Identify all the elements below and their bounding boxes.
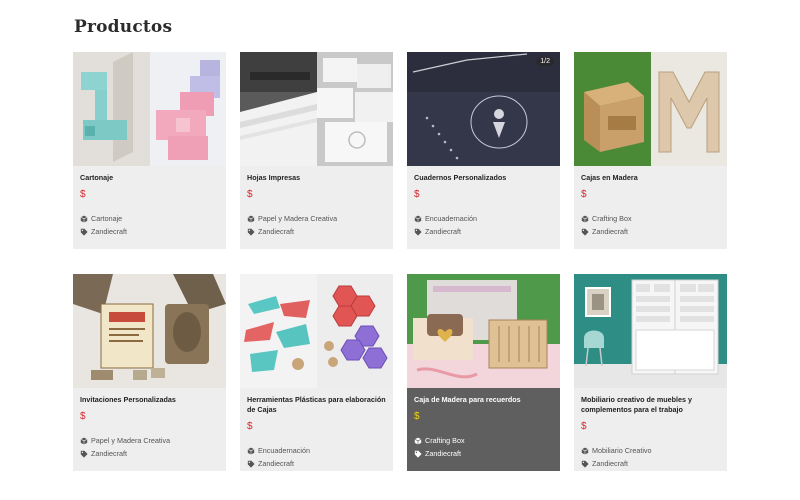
category-label[interactable]: Mobiliario Creativo [592,444,652,457]
image-counter-badge: 1/2 [536,57,554,66]
product-category[interactable]: Encuadernación [414,212,553,225]
product-tag[interactable]: Zandiecraft [247,457,386,470]
product-title[interactable]: Invitaciones Personalizadas [80,395,219,405]
product-price: $ [581,189,587,200]
product-tag[interactable]: Zandiecraft [581,457,720,470]
product-price: $ [80,411,86,422]
product-card-highlighted[interactable]: Caja de Madera para recuerdos $ Crafting… [407,274,560,471]
product-price: $ [581,421,587,432]
product-price: $ [414,189,420,200]
product-image[interactable] [407,274,560,388]
tag-label[interactable]: Zandiecraft [91,447,127,460]
cube-icon [414,215,422,223]
category-label[interactable]: Encuadernación [425,212,477,225]
category-label[interactable]: Cartonaje [91,212,122,225]
product-tag[interactable]: Zandiecraft [80,225,219,238]
product-card[interactable]: Cartonaje $ Cartonaje Zandiecraft [73,52,226,249]
product-title[interactable]: Cajas en Madera [581,173,720,183]
tag-label[interactable]: Zandiecraft [425,225,461,238]
tag-icon [414,450,422,458]
product-image[interactable]: 1/2 [407,52,560,166]
product-image[interactable] [574,274,727,388]
cube-icon [581,215,589,223]
product-tag[interactable]: Zandiecraft [414,447,553,460]
category-label[interactable]: Crafting Box [592,212,632,225]
product-price: $ [247,421,253,432]
product-price: $ [414,411,420,422]
tag-label[interactable]: Zandiecraft [258,225,294,238]
tag-label[interactable]: Zandiecraft [425,447,461,460]
category-label[interactable]: Papel y Madera Creativa [258,212,337,225]
product-category[interactable]: Encuadernación [247,444,386,457]
page-title: Productos [74,17,173,37]
product-title[interactable]: Cartonaje [80,173,219,183]
product-image[interactable] [574,52,727,166]
tag-icon [247,460,255,468]
product-card[interactable]: Herramientas Plásticas para elaboración … [240,274,393,471]
cube-icon [247,215,255,223]
product-title[interactable]: Cuadernos Personalizados [414,173,553,183]
product-title[interactable]: Mobiliario creativo de muebles y complem… [581,395,720,415]
product-category[interactable]: Cartonaje [80,212,219,225]
product-card[interactable]: 1/2 Cuadernos Personalizados $ Encuadern… [407,52,560,249]
product-category[interactable]: Crafting Box [581,212,720,225]
product-image[interactable] [73,52,226,166]
cube-icon [247,447,255,455]
tag-label[interactable]: Zandiecraft [258,457,294,470]
cube-icon [80,215,88,223]
product-tag[interactable]: Zandiecraft [414,225,553,238]
tag-icon [581,228,589,236]
category-label[interactable]: Crafting Box [425,434,465,447]
tag-label[interactable]: Zandiecraft [91,225,127,238]
product-image[interactable] [240,52,393,166]
product-grid: Cartonaje $ Cartonaje Zandiecraft Hojas … [73,52,727,471]
cube-icon [80,437,88,445]
product-title[interactable]: Herramientas Plásticas para elaboración … [247,395,386,415]
tag-icon [80,228,88,236]
category-label[interactable]: Papel y Madera Creativa [91,434,170,447]
product-card[interactable]: Hojas Impresas $ Papel y Madera Creativa… [240,52,393,249]
product-card[interactable]: Cajas en Madera $ Crafting Box Zandiecra… [574,52,727,249]
product-category[interactable]: Mobiliario Creativo [581,444,720,457]
product-tag[interactable]: Zandiecraft [581,225,720,238]
tag-icon [80,450,88,458]
product-price: $ [80,189,86,200]
product-card[interactable]: Mobiliario creativo de muebles y complem… [574,274,727,471]
tag-icon [414,228,422,236]
product-card[interactable]: Invitaciones Personalizadas $ Papel y Ma… [73,274,226,471]
product-title[interactable]: Hojas Impresas [247,173,386,183]
product-category[interactable]: Papel y Madera Creativa [247,212,386,225]
product-image[interactable] [240,274,393,388]
product-tag[interactable]: Zandiecraft [247,225,386,238]
category-label[interactable]: Encuadernación [258,444,310,457]
tag-label[interactable]: Zandiecraft [592,457,628,470]
cube-icon [414,437,422,445]
product-image[interactable] [73,274,226,388]
product-title[interactable]: Caja de Madera para recuerdos [414,395,553,405]
product-tag[interactable]: Zandiecraft [80,447,219,460]
product-category[interactable]: Papel y Madera Creativa [80,434,219,447]
tag-icon [581,460,589,468]
tag-label[interactable]: Zandiecraft [592,225,628,238]
cube-icon [581,447,589,455]
tag-icon [247,228,255,236]
product-category[interactable]: Crafting Box [414,434,553,447]
product-price: $ [247,189,253,200]
